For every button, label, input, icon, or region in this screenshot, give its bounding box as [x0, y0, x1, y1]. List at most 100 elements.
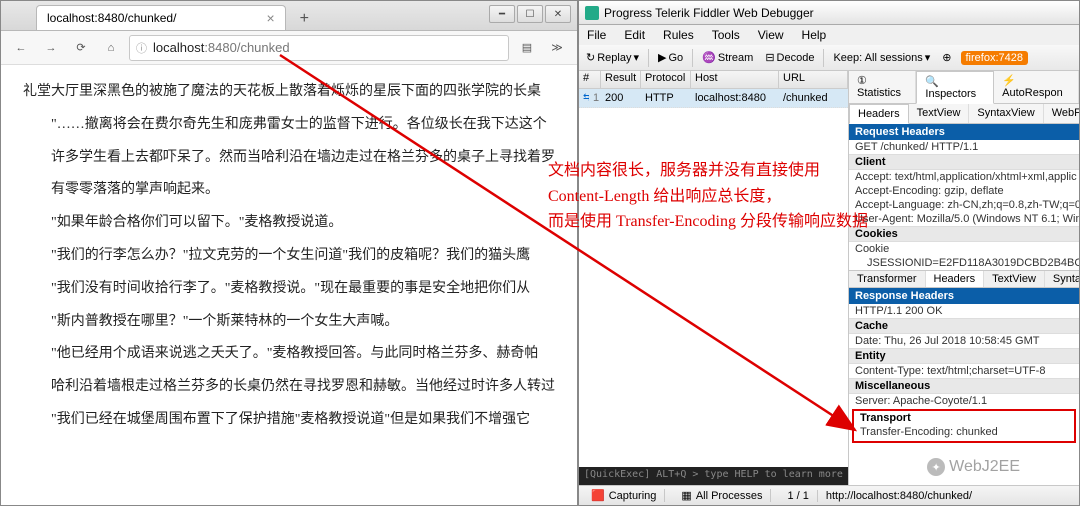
request-headers: Request Headers GET /chunked/ HTTP/1.1 C…: [849, 124, 1079, 270]
col-host[interactable]: Host: [691, 71, 779, 88]
minimize-button[interactable]: ━: [489, 5, 515, 23]
menu-edit[interactable]: Edit: [620, 26, 649, 44]
resp-misc-label: Miscellaneous: [849, 378, 1079, 394]
col-url[interactable]: URL: [779, 71, 848, 88]
forward-button[interactable]: →: [39, 36, 63, 60]
session-row[interactable]: ⇆ 1 200 HTTP localhost:8480 /chunked: [579, 89, 848, 108]
status-processes[interactable]: ▦ All Processes: [673, 489, 771, 502]
stream-button[interactable]: ♒ Stream: [699, 49, 756, 66]
home-button[interactable]: ⌂: [99, 36, 123, 60]
resp-entity-label: Entity: [849, 348, 1079, 364]
info-icon[interactable]: ⓘ: [136, 40, 147, 56]
content-line: "他已经用个成语来说逃之夭夭了。"麦格教授回答。与此同时格兰芬多、赫奇帕: [23, 339, 555, 370]
status-url: http://localhost:8480/chunked/: [826, 490, 972, 502]
req-accept: Accept: text/html,application/xhtml+xml,…: [849, 170, 1079, 184]
transport-highlight: Transport Transfer-Encoding: chunked: [852, 409, 1076, 443]
url-text: localhost:8480/chunked: [153, 40, 290, 55]
session-protocol: HTTP: [641, 91, 691, 105]
content-line: 有零零落落的掌声响起来。: [23, 175, 555, 206]
tab-title: localhost:8480/chunked/: [47, 11, 176, 25]
inspector-tabs: Headers TextView SyntaxView WebForm: [849, 104, 1079, 124]
replay-button[interactable]: ↻ Replay ▾: [583, 49, 642, 66]
fiddler-title-bar: Progress Telerik Fiddler Web Debugger: [579, 1, 1079, 25]
menu-view[interactable]: View: [754, 26, 788, 44]
sessions-header: # Result Protocol Host URL: [579, 71, 848, 89]
sessions-list: # Result Protocol Host URL ⇆ 1 200 HTTP …: [579, 71, 849, 485]
resp-transport-label: Transport: [854, 411, 1074, 425]
back-button[interactable]: ←: [9, 36, 33, 60]
resp-server: Server: Apache-Coyote/1.1: [849, 394, 1079, 408]
tab-inspectors[interactable]: 🔍 Inspectors: [916, 71, 994, 104]
content-line: "斯内普教授在哪里？"一个斯莱特林的一个女生大声喊。: [23, 307, 555, 338]
menu-help[interactable]: Help: [798, 26, 831, 44]
req-first-line: GET /chunked/ HTTP/1.1: [849, 140, 1079, 154]
browser-tab[interactable]: localhost:8480/chunked/ ×: [36, 5, 286, 30]
content-line: "如果年龄合格你们可以留下。"麦格教授说道。: [23, 208, 555, 239]
tab-autoresponder[interactable]: ⚡ AutoRespon: [994, 71, 1079, 103]
insp-tab-textview[interactable]: TextView: [909, 104, 970, 123]
go-button[interactable]: ▶ Go: [655, 49, 686, 66]
keep-sessions[interactable]: Keep: All sessions ▾: [830, 49, 933, 66]
resp-cache-label: Cache: [849, 318, 1079, 334]
req-jsession: JSESSIONID=E2FD118A3019DCBD2B4BC5: [849, 256, 1079, 270]
decode-button[interactable]: ⊟ Decode: [762, 49, 817, 66]
browser-toolbar: ← → ⟳ ⌂ ⓘ localhost:8480/chunked ▤ ≫: [1, 31, 577, 65]
req-accept-encoding: Accept-Encoding: gzip, deflate: [849, 184, 1079, 198]
menu-rules[interactable]: Rules: [659, 26, 698, 44]
session-host: localhost:8480: [691, 91, 779, 105]
resp-tab-syntax[interactable]: Syntax: [1045, 271, 1079, 287]
session-icon: ⇆: [579, 91, 589, 105]
response-tabs: Transformer Headers TextView Syntax: [849, 270, 1079, 288]
fiddler-window: Progress Telerik Fiddler Web Debugger Fi…: [578, 0, 1080, 506]
url-bar[interactable]: ⓘ localhost:8480/chunked: [129, 35, 509, 61]
session-result: 200: [601, 91, 641, 105]
session-idx: 1: [589, 91, 601, 105]
col-protocol[interactable]: Protocol: [641, 71, 691, 88]
menu-icon[interactable]: ≫: [545, 36, 569, 60]
req-headers-title: Request Headers: [849, 124, 1079, 140]
maximize-button[interactable]: ☐: [517, 5, 543, 23]
menu-file[interactable]: File: [583, 26, 610, 44]
sessions-empty: [579, 108, 848, 467]
resp-tab-headers[interactable]: Headers: [926, 271, 985, 287]
browser-badge[interactable]: firefox:7428: [961, 51, 1028, 65]
col-num[interactable]: #: [579, 71, 601, 88]
quickexec[interactable]: [QuickExec] ALT+Q > type HELP to learn m…: [579, 467, 848, 485]
content-line: 礼堂大厅里深黑色的被施了魔法的天花板上散落着烁烁的星辰下面的四张学院的长桌: [23, 77, 555, 108]
resp-date: Date: Thu, 26 Jul 2018 10:58:45 GMT: [849, 334, 1079, 348]
inspectors-pane: ① Statistics 🔍 Inspectors ⚡ AutoRespon H…: [849, 71, 1079, 485]
menu-tools[interactable]: Tools: [708, 26, 744, 44]
resp-status: HTTP/1.1 200 OK: [849, 304, 1079, 318]
fiddler-title-text: Progress Telerik Fiddler Web Debugger: [604, 6, 814, 20]
session-url: /chunked: [779, 91, 848, 105]
tab-statistics[interactable]: ① Statistics: [849, 71, 916, 103]
tab-close-icon[interactable]: ×: [266, 10, 274, 26]
content-line: "我们的行李怎么办？"拉文克劳的一个女生问道"我们的皮箱呢？我们的猫头鹰: [23, 241, 555, 272]
any-process[interactable]: ⊕: [939, 49, 954, 66]
status-capturing[interactable]: 🟥 Capturing: [583, 489, 665, 502]
wechat-icon: ✦: [927, 458, 945, 476]
content-line: "我们已经在城堡周围布置下了保护措施"麦格教授说道"但是如果我们不增强它: [23, 405, 555, 436]
close-button[interactable]: ✕: [545, 5, 571, 23]
req-cookies-label: Cookies: [849, 226, 1079, 242]
insp-tab-syntaxview[interactable]: SyntaxView: [969, 104, 1043, 123]
status-count: 1 / 1: [779, 490, 817, 502]
top-tabs: ① Statistics 🔍 Inspectors ⚡ AutoRespon: [849, 71, 1079, 104]
insp-tab-webforms[interactable]: WebForm: [1044, 104, 1079, 123]
req-client-label: Client: [849, 154, 1079, 170]
fiddler-toolbar: ↻ Replay ▾ ▶ Go ♒ Stream ⊟ Decode Keep: …: [579, 45, 1079, 71]
status-bar: 🟥 Capturing ▦ All Processes 1 / 1 http:/…: [579, 485, 1079, 505]
response-headers: Response Headers HTTP/1.1 200 OK Cache D…: [849, 288, 1079, 485]
reader-icon[interactable]: ▤: [515, 36, 539, 60]
resp-tab-transformer[interactable]: Transformer: [849, 271, 926, 287]
resp-tab-textview[interactable]: TextView: [984, 271, 1045, 287]
new-tab-button[interactable]: +: [294, 8, 315, 30]
resp-headers-title: Response Headers: [849, 288, 1079, 304]
col-result[interactable]: Result: [601, 71, 641, 88]
content-line: "……撤离将会在费尔奇先生和庞弗雷女士的监督下进行。各位级长在我下达这个: [23, 110, 555, 141]
watermark-text: WebJ2EE: [949, 458, 1020, 476]
reload-button[interactable]: ⟳: [69, 36, 93, 60]
page-content: 礼堂大厅里深黑色的被施了魔法的天花板上散落着烁烁的星辰下面的四张学院的长桌 "……: [1, 65, 577, 505]
watermark: ✦ WebJ2EE: [927, 458, 1020, 476]
insp-tab-headers[interactable]: Headers: [849, 104, 909, 124]
